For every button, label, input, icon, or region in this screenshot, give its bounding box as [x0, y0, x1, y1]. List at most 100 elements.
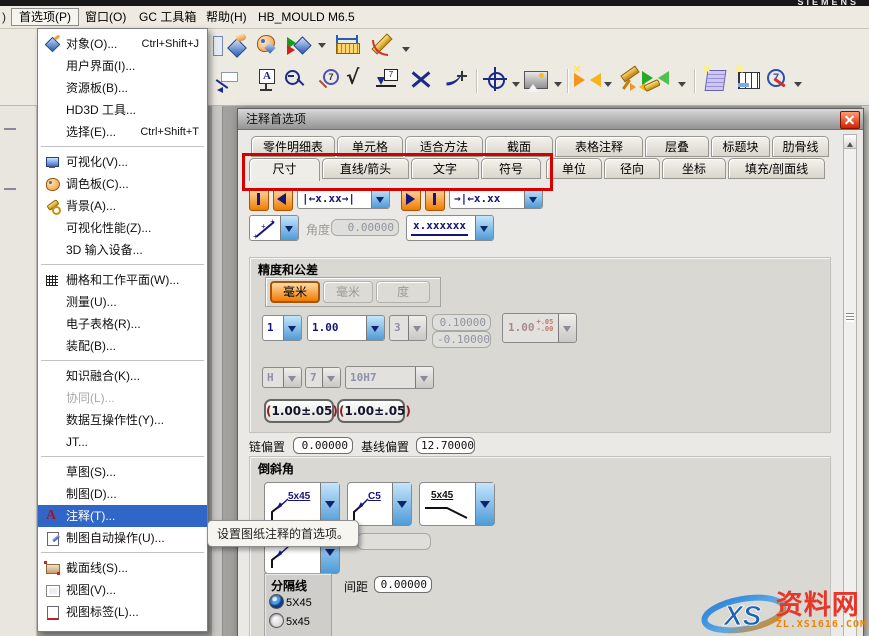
- menu-item-view[interactable]: 视图(V)...: [38, 579, 207, 601]
- help-7-icon[interactable]: 7: [764, 67, 791, 94]
- dropdown-arrow-icon[interactable]: [392, 483, 411, 525]
- tab-title-block[interactable]: 标题块: [711, 136, 770, 157]
- image-icon[interactable]: [523, 67, 550, 94]
- tab-rib-line[interactable]: 肋骨线: [772, 136, 829, 157]
- angle-measure-dropdown-icon[interactable]: [402, 47, 410, 56]
- dim-placement-combo[interactable]: →|←x.xx: [449, 188, 543, 209]
- tab-text[interactable]: 文字: [411, 158, 479, 179]
- chain-offset-input[interactable]: 0.00000: [293, 437, 353, 454]
- dim-style-combo[interactable]: |←x.xx→|: [297, 188, 390, 209]
- tolerance-style1-button[interactable]: (1.00±.05): [264, 399, 334, 423]
- baseline-offset-input[interactable]: 12.70000: [416, 437, 475, 454]
- hammer-bowtie-icon[interactable]: [616, 67, 643, 94]
- menu-item-resource-bar[interactable]: 资源板(B)...: [38, 77, 207, 99]
- scroll-up-icon[interactable]: [844, 135, 856, 149]
- menu-item-section-line[interactable]: 截面线(S)...: [38, 557, 207, 579]
- menubar-item-gc-toolbox[interactable]: GC 工具箱: [131, 8, 204, 26]
- menu-item-measure[interactable]: 测量(U)...: [38, 291, 207, 313]
- tolerance-style2-button[interactable]: (1.00±.05): [337, 399, 405, 423]
- menu-item-knowledge-fusion[interactable]: 知识融合(K)...: [38, 365, 207, 387]
- menu-item-3d-input-device[interactable]: 3D 输入设备...: [38, 239, 207, 261]
- cross-icon[interactable]: [408, 67, 435, 94]
- menu-item-spreadsheet[interactable]: 电子表格(R)...: [38, 313, 207, 335]
- menu-item-color-palette[interactable]: 调色板(C)...: [38, 173, 207, 195]
- zoom-out-icon[interactable]: [282, 67, 309, 94]
- object-preferences-icon[interactable]: [224, 32, 251, 59]
- dropdown-arrow-icon[interactable]: [371, 189, 389, 208]
- sheet-sparkle-icon[interactable]: [701, 67, 728, 94]
- chamfer-style2-combo[interactable]: C5: [347, 482, 412, 526]
- tab-parts-list[interactable]: 零件明细表: [251, 136, 335, 157]
- point-target-icon[interactable]: [483, 67, 510, 94]
- menubar-item-preferences[interactable]: 首选项(P): [11, 8, 79, 26]
- dropdown-arrow-icon[interactable]: [366, 316, 384, 340]
- point-target-dropdown-icon[interactable]: [512, 82, 520, 91]
- separator-option-1[interactable]: 5X45: [269, 594, 312, 610]
- sqrt-icon[interactable]: √: [344, 65, 371, 92]
- image-dropdown-icon[interactable]: [554, 82, 562, 91]
- render-style-dropdown-icon[interactable]: [318, 43, 326, 52]
- menu-item-visualization[interactable]: 可视化(V)...: [38, 151, 207, 173]
- orientation-combo[interactable]: + + +: [249, 215, 299, 241]
- angle-measure-icon[interactable]: [368, 32, 395, 59]
- tab-cell[interactable]: 单元格: [337, 136, 403, 157]
- green-bowtie-dropdown-icon[interactable]: [678, 82, 686, 91]
- dim-end-extension-button[interactable]: [425, 188, 445, 211]
- menu-item-view-label[interactable]: 视图标签(L)...: [38, 601, 207, 623]
- menu-item-user-interface[interactable]: 用户界面(I)...: [38, 55, 207, 77]
- render-style-icon[interactable]: [284, 32, 311, 59]
- radio-selected-icon[interactable]: [269, 594, 284, 609]
- datum-target-icon[interactable]: 7: [374, 67, 401, 94]
- tab-coordinate[interactable]: 坐标: [662, 158, 726, 179]
- menu-item-data-interoperability[interactable]: 数据互操作性(Y)...: [38, 409, 207, 431]
- unit-mm-button[interactable]: 毫米: [270, 281, 320, 303]
- constraint-bowtie-icon[interactable]: [572, 67, 599, 94]
- dialog-scrollbar[interactable]: [843, 134, 857, 636]
- tab-fit-method[interactable]: 适合方法: [405, 136, 483, 157]
- menubar-item-help[interactable]: 帮助(H): [198, 8, 255, 26]
- dropdown-arrow-icon[interactable]: [283, 316, 301, 340]
- menu-item-grid-workplane[interactable]: 栅格和工作平面(W)...: [38, 269, 207, 291]
- tab-line-arrow[interactable]: 直线/箭头: [322, 158, 409, 179]
- palette-icon[interactable]: [253, 32, 280, 59]
- menu-item-hd3d-tools[interactable]: HD3D 工具...: [38, 99, 207, 121]
- dim-value-combo[interactable]: 1.00: [307, 315, 385, 341]
- tab-units[interactable]: 单位: [546, 158, 602, 179]
- spacing-input[interactable]: 0.00000: [374, 576, 432, 593]
- preview-7-icon[interactable]: 7: [315, 67, 342, 94]
- curve-point-icon[interactable]: [444, 67, 471, 94]
- constraint-dropdown-icon[interactable]: [604, 82, 612, 91]
- angle-input[interactable]: 0.00000: [331, 219, 399, 236]
- dropdown-arrow-icon[interactable]: [475, 216, 493, 240]
- close-button[interactable]: [840, 111, 860, 129]
- menubar-item-window[interactable]: 窗口(O): [77, 8, 134, 26]
- tab-stacking[interactable]: 层叠: [645, 136, 709, 157]
- menu-item-drafting-automation[interactable]: 制图自动操作(U)...: [38, 527, 207, 549]
- dim-arrow-left-button[interactable]: [273, 188, 293, 211]
- menu-item-drafting[interactable]: 制图(D)...: [38, 483, 207, 505]
- decimal-places-combo[interactable]: 1: [262, 315, 302, 341]
- tab-section[interactable]: 截面: [485, 136, 553, 157]
- menu-item-annotation[interactable]: A 注释(T)...: [38, 505, 207, 527]
- menu-item-sketch[interactable]: 草图(S)...: [38, 461, 207, 483]
- scrollbar-grip[interactable]: [846, 313, 854, 322]
- menu-item-jt[interactable]: JT...: [38, 431, 207, 453]
- dim-arrow-right-button[interactable]: [401, 188, 421, 211]
- separator-option-2[interactable]: 5x45: [269, 613, 310, 629]
- menu-item-selection[interactable]: 选择(E)...Ctrl+Shift+T: [38, 121, 207, 143]
- tab-table-note[interactable]: 表格注释: [555, 136, 643, 157]
- menu-item-object[interactable]: 对象(O)...Ctrl+Shift+J: [38, 33, 207, 55]
- tab-symbol[interactable]: 符号: [481, 158, 541, 179]
- chamfer-style3-combo[interactable]: 5x45: [419, 482, 495, 526]
- dropdown-arrow-icon[interactable]: [320, 483, 339, 525]
- dropdown-arrow-icon[interactable]: [280, 216, 298, 240]
- radio-unselected-icon[interactable]: [269, 613, 284, 628]
- dim-start-extension-button[interactable]: [249, 188, 269, 211]
- leader-dimension-icon[interactable]: [213, 67, 240, 94]
- menu-item-visualization-performance[interactable]: 可视化性能(Z)...: [38, 217, 207, 239]
- text-annotation-icon[interactable]: A: [254, 67, 281, 94]
- green-bowtie-wrench-icon[interactable]: [640, 67, 667, 94]
- table-sparkle-icon[interactable]: [735, 67, 762, 94]
- measure-icon[interactable]: [334, 32, 361, 59]
- tab-radial[interactable]: 径向: [604, 158, 660, 179]
